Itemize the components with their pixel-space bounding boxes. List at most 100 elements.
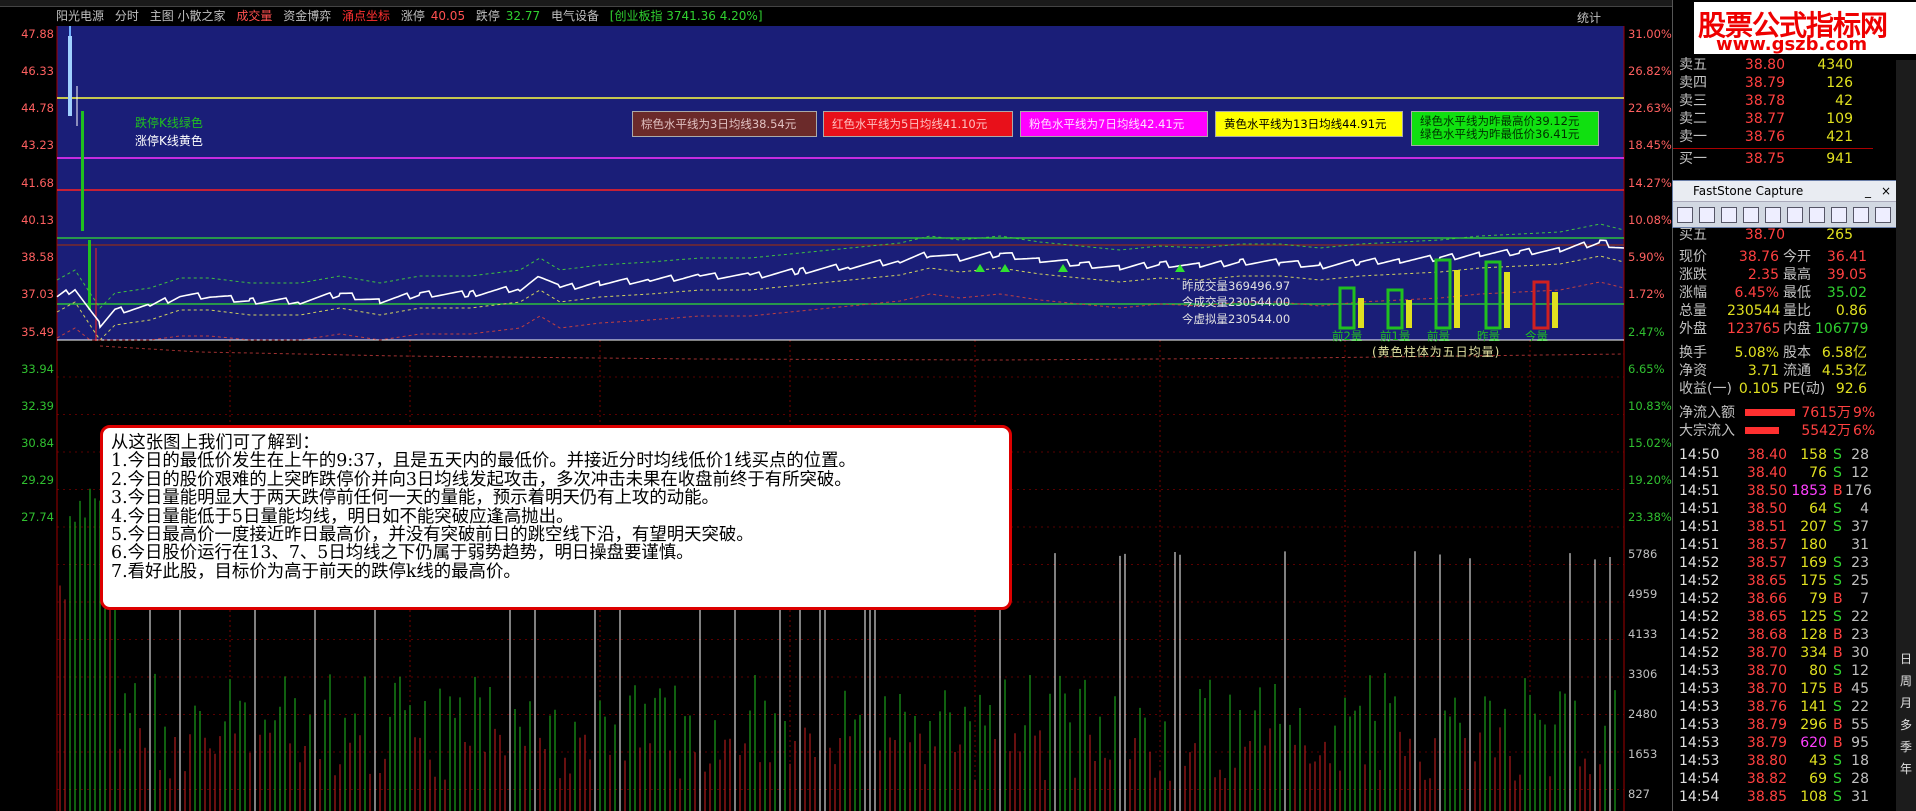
- tick-row[interactable]: 14:51 38.57 180 31: [1675, 536, 1869, 554]
- chart-canvas: [56, 26, 1625, 811]
- stock-name[interactable]: 阳光电源: [56, 9, 104, 23]
- price-tick-label: 27.74: [21, 510, 54, 524]
- limit-down-green-label: 跌停K线绿色: [135, 116, 203, 130]
- faststone-title-bar[interactable]: FastStone Capture _ ×: [1673, 181, 1897, 201]
- tick-row[interactable]: 14:53 38.80 43 S 18: [1675, 752, 1869, 770]
- volume-tick-label: 1653: [1628, 747, 1658, 761]
- percent-tick-label: 10.83%: [1628, 399, 1672, 413]
- tick-row[interactable]: 14:54 38.85 108 S 31: [1675, 788, 1869, 806]
- minimize-button[interactable]: _: [1865, 181, 1871, 201]
- avg-volume-bar: [1406, 300, 1412, 328]
- tab-volume[interactable]: 成交量: [236, 9, 272, 23]
- order-book-row: 卖四 38.79 126: [1679, 75, 1853, 91]
- side-tab-strip: 日周月多季年: [1896, 60, 1916, 811]
- period-tab[interactable]: 多: [1900, 716, 1912, 733]
- tick-row[interactable]: 14:54 38.82 69 S 28: [1675, 770, 1869, 788]
- capture-tool-icon[interactable]: [1853, 207, 1869, 223]
- yesterday-volume: 昨成交量369496.97: [1182, 279, 1291, 293]
- quote-row: 净资 3.71 流通 4.53亿: [1679, 363, 1867, 379]
- stats-button[interactable]: 统计: [1577, 9, 1601, 26]
- capture-tool-icon[interactable]: [1721, 207, 1737, 223]
- limit-up-value: 40.05: [430, 9, 466, 23]
- price-tick-label: 44.78: [21, 101, 54, 115]
- capture-tool-icon[interactable]: [1765, 207, 1781, 223]
- capture-tool-icon[interactable]: [1743, 207, 1759, 223]
- faststone-title: FastStone Capture: [1693, 184, 1804, 198]
- note-line: 7.看好此股，目标价为高于前天的跌停k线的最高价。: [111, 561, 521, 582]
- capture-tool-icon[interactable]: [1787, 207, 1803, 223]
- avg-volume-bar: [1552, 292, 1558, 328]
- close-button[interactable]: ×: [1881, 181, 1891, 201]
- bar-note: (黄色柱体为五日均量): [1372, 345, 1501, 359]
- volume-tick-label: 827: [1628, 787, 1650, 801]
- capture-tool-icon[interactable]: [1875, 207, 1891, 223]
- tick-row[interactable]: 14:52 38.70 334 B 30: [1675, 644, 1869, 662]
- quote-row: 涨幅 6.45% 最低 35.02: [1679, 285, 1867, 301]
- percent-tick-label: 14.27%: [1628, 176, 1672, 190]
- tick-row[interactable]: 14:52 38.66 79 B 7: [1675, 590, 1869, 608]
- tick-row[interactable]: 14:51 38.40 76 S 12: [1675, 464, 1869, 482]
- tab-main-indicator[interactable]: 主图 小散之家: [150, 9, 226, 23]
- price-tick-label: 33.94: [21, 362, 54, 376]
- order-book-row: 卖五 38.80 4340: [1679, 57, 1853, 73]
- stock-info-bar: 阳光电源 分时 主图 小散之家 成交量 资金博弈 涌点坐标 涨停 40.05 跌…: [56, 8, 770, 25]
- legend-yesterday-high-low: 绿色水平线为昨最高价39.12元 绿色水平线为昨最低价36.41元: [1411, 111, 1599, 146]
- tick-row[interactable]: 14:53 38.70 175 B 45: [1675, 680, 1869, 698]
- intraday-chart[interactable]: 47.88 46.33 44.78 43.23 41.68 40.13 38.58 37.03…: [0, 26, 1672, 811]
- tab-fenshi[interactable]: 分时: [115, 9, 139, 23]
- sector-name[interactable]: 电气设备: [551, 9, 599, 23]
- period-tab[interactable]: 月: [1900, 694, 1912, 711]
- index-quote[interactable]: [创业板指 3741.36 4.20%]: [610, 9, 763, 23]
- tick-row[interactable]: 14:52 38.65 175 S 25: [1675, 572, 1869, 590]
- quote-row: 总量 230544 量比 0.86: [1679, 303, 1867, 319]
- period-tab[interactable]: 日: [1900, 650, 1912, 667]
- capture-tool-icon[interactable]: [1831, 207, 1847, 223]
- quote-row: 现价 38.76 今开 36.41: [1679, 249, 1867, 265]
- percent-tick-label: 15.02%: [1628, 436, 1672, 450]
- tick-row[interactable]: 14:50 38.40 158 S 28: [1675, 446, 1869, 464]
- price-tick-label: 47.88: [21, 27, 54, 41]
- legend-7day-ma: 粉色水平线为7日均线42.41元: [1020, 111, 1208, 137]
- tab-hot-coords[interactable]: 涌点坐标: [342, 9, 390, 23]
- quote-row: 涨跌 2.35 最高 39.05: [1679, 267, 1867, 283]
- volume-tick-label: 2480: [1628, 707, 1658, 721]
- period-tab[interactable]: 年: [1900, 760, 1912, 777]
- fund-flow-bar: [1745, 409, 1795, 416]
- capture-tool-icon[interactable]: [1677, 207, 1693, 223]
- tick-row[interactable]: 14:53 38.70 80 S 12: [1675, 662, 1869, 680]
- tick-row[interactable]: 14:52 38.68 128 B 23: [1675, 626, 1869, 644]
- watermark-logo: 股票公式指标网 www.gszb.com: [1694, 2, 1916, 55]
- order-book-row: 卖一 38.76 421: [1679, 129, 1853, 145]
- period-tab[interactable]: 季: [1900, 738, 1912, 755]
- capture-tool-icon[interactable]: [1699, 207, 1715, 223]
- tick-row[interactable]: 14:53 38.76 141 S 22: [1675, 698, 1869, 716]
- quote-panel: 卖五 38.80 4340 卖四 38.79 126 卖三 38.78 42 卖二 38.77 109…: [1672, 0, 1916, 811]
- limit-down-candle: [81, 111, 84, 231]
- tick-row[interactable]: 14:51 38.51 207 S 37: [1675, 518, 1869, 536]
- today-virtual-volume: 今虚拟量230544.00: [1182, 312, 1291, 326]
- volume-tick-label: 3306: [1628, 667, 1658, 681]
- tick-row[interactable]: 14:51 38.50 64 S 4: [1675, 500, 1869, 518]
- tick-row[interactable]: 14:51 38.50 1853 B 176: [1675, 482, 1872, 500]
- limit-candle-small: [88, 240, 91, 310]
- percent-tick-label: 23.38%: [1628, 510, 1672, 524]
- volume-tick-label: 5786: [1628, 547, 1658, 561]
- tick-row[interactable]: 14:52 38.65 125 S 22: [1675, 608, 1869, 626]
- tick-row[interactable]: 14:52 38.57 169 S 23: [1675, 554, 1869, 572]
- period-tab[interactable]: 周: [1900, 672, 1912, 689]
- capture-tool-icon[interactable]: [1809, 207, 1825, 223]
- order-book-row: 卖三 38.78 42: [1679, 93, 1853, 109]
- price-tick-label: 46.33: [21, 64, 54, 78]
- bar-label-1: 前1量: [1380, 329, 1411, 343]
- tick-row[interactable]: 14:53 38.79 620 B 95: [1675, 734, 1869, 752]
- tick-row[interactable]: 14:53 38.79 296 B 55: [1675, 716, 1869, 734]
- faststone-capture-window[interactable]: FastStone Capture _ ×: [1672, 180, 1898, 228]
- note-line: 3.今日量能明显大于两天跌停前任何一天的量能，预示着明天仍有上攻的动能。: [111, 488, 719, 509]
- percent-tick-label: 1.72%: [1628, 287, 1665, 301]
- percent-tick-label: 10.08%: [1628, 213, 1672, 227]
- tab-fund-game[interactable]: 资金博弈: [283, 9, 331, 23]
- price-tick-label: 41.68: [21, 176, 54, 190]
- limit-up-label: 涨停: [400, 9, 425, 23]
- legend-3day-ma: 棕色水平线为3日均线38.54元: [632, 111, 817, 137]
- watermark-url: www.gszb.com: [1716, 34, 1868, 55]
